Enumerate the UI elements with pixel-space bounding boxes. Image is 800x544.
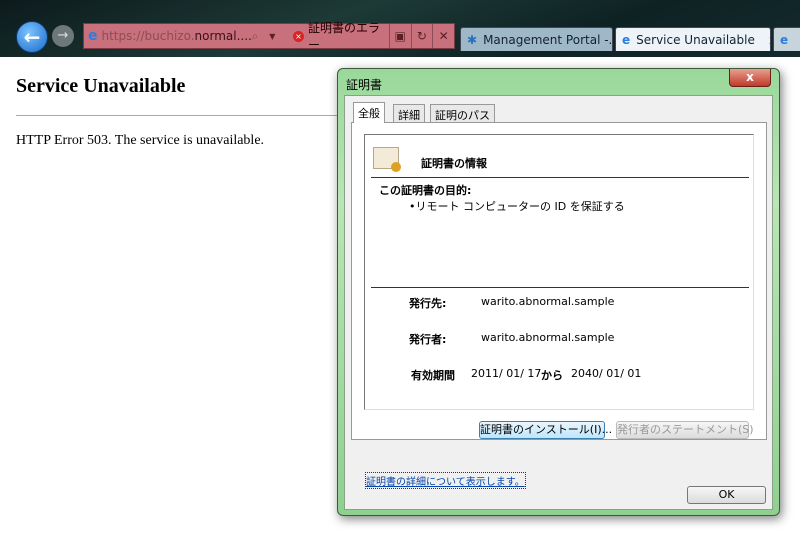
address-bar[interactable]: e https://buchizo.normal.... ⌕ ▼ × 証明書のエ… — [83, 21, 455, 52]
back-button[interactable]: ← — [16, 21, 48, 53]
browser-chrome: ← → e https://buchizo.normal.... ⌕ ▼ × 証… — [0, 0, 800, 57]
dropdown-icon[interactable]: ▼ — [269, 32, 283, 41]
ie-icon: e — [780, 32, 789, 47]
close-tab-icon[interactable]: x — [769, 33, 770, 47]
divider — [16, 115, 346, 116]
search-icon[interactable]: ⌕ — [252, 29, 270, 44]
url-domain: normal.... — [194, 29, 252, 43]
error-icon: × — [293, 30, 304, 42]
cert-error-button[interactable]: 証明書のエラー — [308, 19, 389, 53]
ie-icon: e — [622, 32, 631, 47]
tab-general[interactable]: 全般 — [353, 102, 385, 123]
purpose-label: この証明書の目的: — [379, 184, 472, 197]
issuer-statement-button: 発行者のステートメント(S) — [616, 421, 754, 439]
page-title: Service Unavailable — [16, 75, 186, 97]
ok-button[interactable]: OK — [687, 486, 766, 504]
install-certificate-button[interactable]: 証明書のインストール(I)... — [479, 421, 612, 439]
ie-icon: e — [88, 28, 98, 44]
certificate-icon — [373, 147, 401, 172]
forward-button[interactable]: → — [52, 25, 74, 47]
compat-icon[interactable]: ▣ — [388, 24, 411, 48]
tab-management-portal[interactable]: ✱ Management Portal -... — [460, 27, 613, 51]
certificate-dialog: 証明書 x 全般 詳細 証明のパス 証明書の情報 この証明書の目的: •リモート… — [337, 68, 780, 516]
tab-details[interactable]: 詳細 — [393, 104, 425, 122]
dialog-body: 全般 詳細 証明のパス 証明書の情報 この証明書の目的: •リモート コンピュー… — [344, 95, 773, 510]
issued-to-value: warito.abnormal.sample — [481, 295, 615, 308]
issued-by-value: warito.abnormal.sample — [481, 331, 615, 344]
valid-from: 2011/ 01/ 17 — [471, 367, 542, 380]
divider — [371, 177, 749, 178]
purpose-item: •リモート コンピューターの ID を保証する — [409, 200, 625, 213]
validity-label: 有効期間 — [411, 369, 455, 382]
tab-service-unavailable[interactable]: e Service Unavailable x — [615, 27, 771, 51]
tab-label: Service Unavailable — [636, 32, 755, 47]
dialog-title: 証明書 — [346, 78, 383, 92]
stop-icon[interactable]: ✕ — [432, 24, 454, 48]
tab-panel: 証明書の情報 この証明書の目的: •リモート コンピューターの ID を保証する… — [351, 122, 767, 440]
new-tab[interactable]: e — [773, 27, 800, 51]
portal-icon: ✱ — [467, 32, 478, 47]
url-prefix: https://buchizo. — [101, 29, 195, 43]
issued-to-label: 発行先: — [409, 297, 447, 310]
issued-by-label: 発行者: — [409, 333, 447, 346]
close-button[interactable]: x — [729, 69, 771, 87]
cert-info-heading: 証明書の情報 — [421, 157, 487, 170]
error-message: HTTP Error 503. The service is unavailab… — [16, 133, 265, 148]
cert-info-box: 証明書の情報 この証明書の目的: •リモート コンピューターの ID を保証する… — [364, 134, 754, 410]
url-text[interactable]: https://buchizo.normal.... — [102, 29, 252, 43]
from-word: から — [541, 369, 563, 382]
tab-label: Management Portal -... — [483, 32, 613, 47]
valid-to: 2040/ 01/ 01 — [571, 367, 642, 380]
refresh-icon[interactable]: ↻ — [410, 24, 433, 48]
cert-details-link[interactable]: 証明書の詳細について表示します。 — [365, 472, 526, 489]
divider — [371, 287, 749, 288]
tab-cert-path[interactable]: 証明のパス — [430, 104, 495, 122]
